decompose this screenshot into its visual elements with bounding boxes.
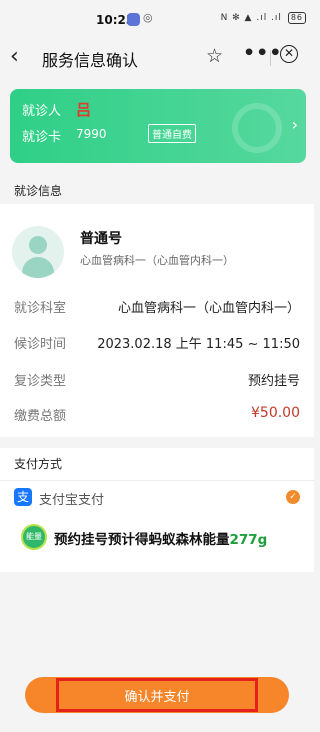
doctor-department: 心血管病科一（心血管内科一） xyxy=(80,254,234,267)
total-fee-value: ¥50.00 xyxy=(251,405,300,421)
close-icon[interactable]: ✕ xyxy=(280,45,298,63)
patient-card[interactable]: 就诊人 吕 就诊卡 7990 普通自费 › xyxy=(10,89,306,163)
patient-label: 就诊人 xyxy=(22,104,62,119)
star-icon[interactable]: ☆ xyxy=(206,45,223,67)
row-value: 心血管病科一（心血管内科一） xyxy=(117,301,300,316)
row-value: 2023.02.18 上午 11:45 ~ 11:50 xyxy=(97,337,300,352)
nav-separator xyxy=(270,50,271,66)
info-row-department: 就诊科室 心血管病科一（心血管内科一） xyxy=(0,291,314,321)
row-label: 复诊类型 xyxy=(14,374,67,389)
avatar-body xyxy=(22,257,54,278)
app-notification-icon xyxy=(127,13,140,26)
divider xyxy=(0,480,314,481)
avatar-head xyxy=(29,236,47,254)
status-bar: 10:23 ◎ N ✻ ▲ .ıl .ıl 86 xyxy=(0,0,314,36)
info-row-total-fee: 缴费总额 ¥50.00 xyxy=(0,399,314,429)
button-highlight-box xyxy=(56,678,258,712)
battery-icon: 86 xyxy=(287,12,306,24)
info-row-visit-type: 复诊类型 预约挂号 xyxy=(0,364,314,394)
hospital-logo-icon xyxy=(232,103,282,153)
info-row-wait-time: 候诊时间 2023.02.18 上午 11:45 ~ 11:50 xyxy=(0,327,314,357)
card-number: 7990 xyxy=(76,127,107,141)
row-label: 候诊时间 xyxy=(14,337,67,352)
energy-promo-text: 预约挂号预计得蚂蚁森林能量 xyxy=(54,532,230,548)
back-icon[interactable]: ‹ xyxy=(10,44,19,69)
row-label: 缴费总额 xyxy=(14,409,67,424)
patient-name: 吕 xyxy=(76,101,92,119)
check-icon[interactable]: ✓ xyxy=(286,490,300,504)
signal-icons: N ✻ ▲ .ıl .ıl xyxy=(220,13,282,23)
visit-info-heading: 就诊信息 xyxy=(14,184,63,198)
visit-info-panel: 普通号 心血管病科一（心血管内科一） 就诊科室 心血管病科一（心血管内科一） 候… xyxy=(0,204,314,437)
nav-bar: ‹ 服务信息确认 ☆ ••• ✕ xyxy=(0,36,314,80)
card-label: 就诊卡 xyxy=(22,130,62,145)
more-icon[interactable]: ••• xyxy=(243,42,282,64)
energy-promo: 预约挂号预计得蚂蚁森林能量277g xyxy=(54,528,267,548)
payment-panel: 支付方式 支 支付宝支付 ✓ 能量 预约挂号预计得蚂蚁森林能量277g xyxy=(0,448,314,572)
row-value: 预约挂号 xyxy=(247,374,300,389)
alipay-icon: 支 xyxy=(14,488,32,506)
notification-bell-icon: ◎ xyxy=(143,11,153,24)
card-type-badge: 普通自费 xyxy=(148,124,196,143)
page-title: 服务信息确认 xyxy=(42,51,139,70)
energy-icon: 能量 xyxy=(21,524,47,550)
alipay-option-label[interactable]: 支付宝支付 xyxy=(39,489,104,508)
chevron-right-icon[interactable]: › xyxy=(292,115,298,134)
registration-type: 普通号 xyxy=(80,231,122,247)
status-icons: N ✻ ▲ .ıl .ıl 86 xyxy=(221,12,306,24)
payment-heading: 支付方式 xyxy=(14,457,63,471)
row-label: 就诊科室 xyxy=(14,301,67,316)
doctor-avatar-icon xyxy=(12,226,64,278)
energy-amount: 277g xyxy=(229,532,268,548)
